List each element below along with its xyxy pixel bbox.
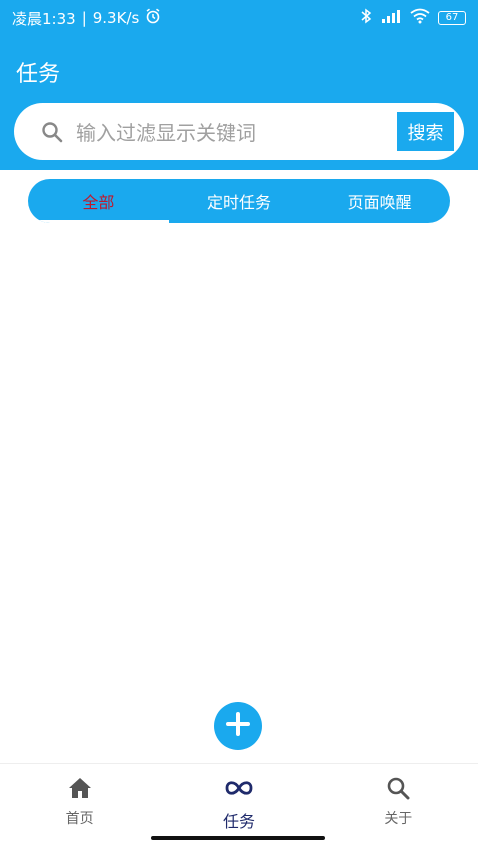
nav-item-about[interactable]: 关于 — [319, 764, 478, 850]
status-speed: 9.3K/s — [92, 9, 140, 27]
search-button[interactable]: 搜索 — [397, 112, 454, 151]
search-icon — [386, 776, 410, 804]
tab-bar: 全部 定时任务 页面唤醒 — [28, 179, 450, 223]
home-icon — [68, 776, 92, 804]
search-input[interactable] — [74, 115, 398, 151]
tab-page-wakeup[interactable]: 页面唤醒 — [309, 179, 450, 223]
nav-label-home: 首页 — [65, 811, 94, 827]
plus-icon — [225, 711, 251, 741]
battery-icon: 67 — [438, 11, 466, 25]
tab-all[interactable]: 全部 — [28, 179, 169, 223]
header: 任务 搜索 — [0, 36, 478, 170]
status-divider: | — [81, 9, 87, 27]
signal-icon — [380, 8, 402, 28]
nav-label-about: 关于 — [384, 811, 413, 827]
add-task-button[interactable] — [214, 702, 262, 750]
alarm-icon — [145, 8, 161, 28]
wifi-icon — [410, 8, 430, 28]
status-bar: 凌晨1:33 | 9.3K/s 67 — [0, 0, 478, 36]
page-title: 任务 — [16, 62, 61, 87]
status-time: 凌晨1:33 — [12, 9, 76, 28]
nav-label-tasks: 任务 — [222, 812, 255, 831]
infinity-icon — [224, 776, 254, 804]
battery-level: 67 — [445, 12, 459, 23]
status-right: 67 — [360, 8, 466, 28]
nav-item-home[interactable]: 首页 — [0, 764, 159, 850]
home-indicator — [151, 836, 325, 840]
app-root: 凌晨1:33 | 9.3K/s 67 任务 输入过滤显示关键词 搜索 全部 定时… — [0, 0, 478, 850]
tab-scheduled-tasks[interactable]: 定时任务 — [169, 179, 310, 223]
bluetooth-icon — [360, 8, 372, 28]
search-bar: 搜索 — [14, 103, 464, 160]
status-left: 凌晨1:33 | 9.3K/s — [12, 8, 161, 29]
search-icon — [41, 121, 63, 143]
